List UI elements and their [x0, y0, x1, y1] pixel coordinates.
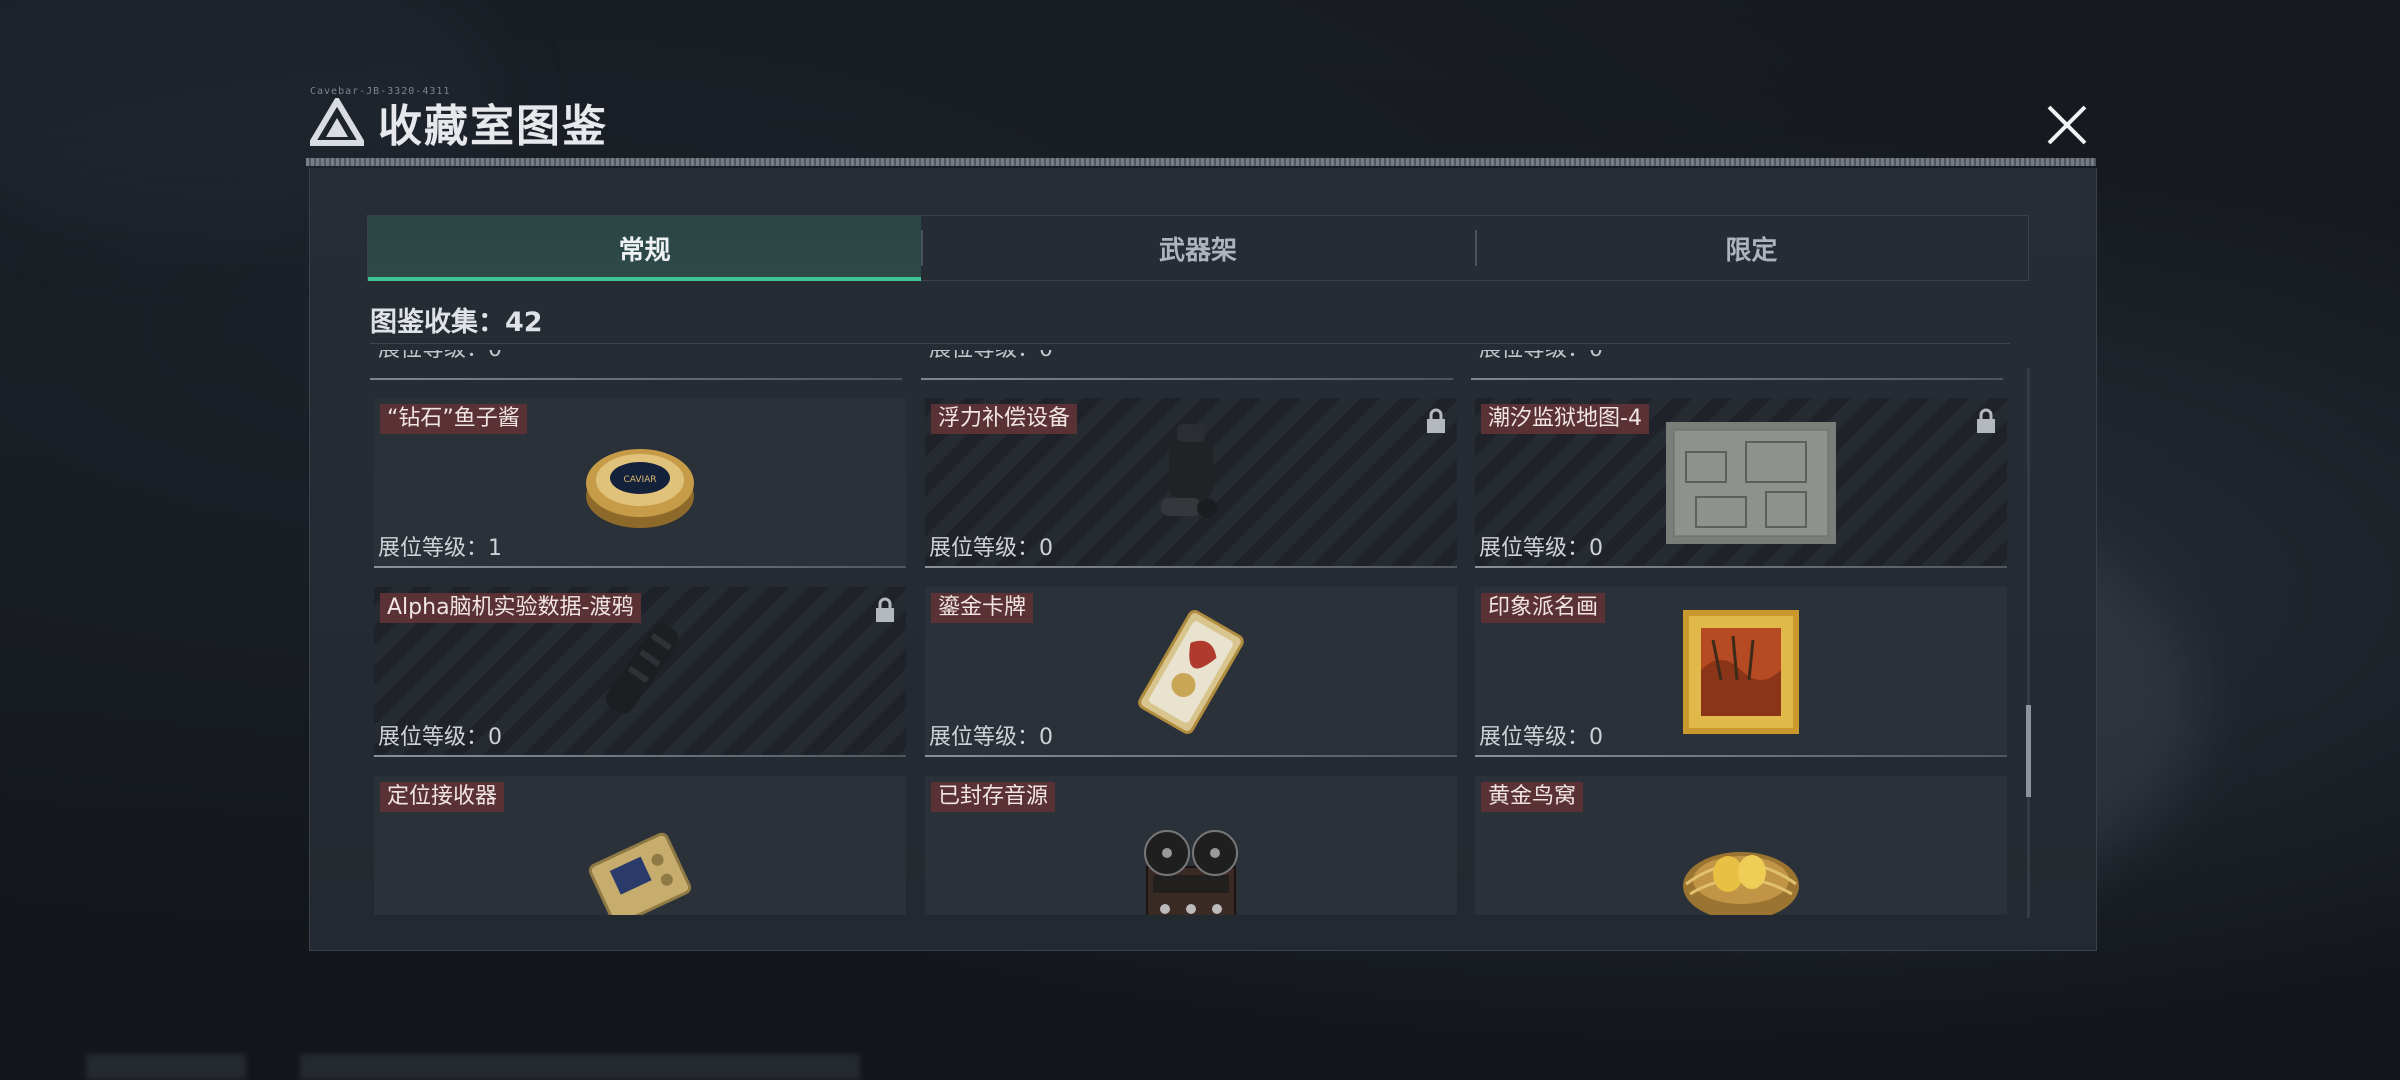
lock-icon	[1427, 408, 1445, 433]
item-level: 展位等级：0	[929, 725, 1053, 750]
collection-item-card[interactable]: 浮力补偿设备 展位等级：0	[925, 398, 1457, 568]
item-name: 定位接收器	[380, 782, 505, 812]
framed-painting-icon	[1683, 610, 1799, 734]
item-name: 黄金鸟窝	[1481, 782, 1584, 812]
item-level: 展位等级：0	[1479, 725, 1603, 750]
partial-level-label: 展位等级：0	[1471, 350, 2003, 380]
item-name: 鎏金卡牌	[931, 593, 1034, 623]
item-level: 展位等级：1	[378, 536, 502, 561]
collection-item-card[interactable]: 鎏金卡牌 展位等级：0	[925, 587, 1457, 757]
tab-limited[interactable]: 限定	[1474, 216, 2028, 280]
tab-bar: 常规 武器架 限定	[367, 215, 2029, 281]
partial-level-label: 展位等级：0	[921, 350, 1453, 380]
prison-map-icon	[1666, 422, 1836, 544]
collection-item-card[interactable]: Alpha脑机实验数据-渡鸦 展位等级：0	[374, 587, 906, 757]
scrollbar-track[interactable]	[2027, 368, 2030, 918]
item-name: 潮汐监狱地图-4	[1481, 404, 1649, 434]
scrollbar-thumb[interactable]	[2026, 705, 2031, 797]
lock-icon	[876, 597, 894, 622]
count-divider	[370, 343, 2010, 344]
partial-row: 展位等级：0 展位等级：0 展位等级：0	[370, 350, 2015, 380]
item-name: 已封存音源	[931, 782, 1056, 812]
caviar-tin-icon: CAVIAR	[586, 449, 694, 528]
lock-icon	[1977, 408, 1995, 433]
collection-item-card[interactable]: 印象派名画 展位等级：0	[1475, 587, 2007, 757]
item-name: 印象派名画	[1481, 593, 1606, 623]
partial-level-label: 展位等级：0	[370, 350, 902, 380]
item-name: 浮力补偿设备	[931, 404, 1078, 434]
tab-weapon-rack[interactable]: 武器架	[921, 216, 1474, 280]
close-icon	[2047, 105, 2087, 145]
collection-item-card[interactable]: 已封存音源	[925, 776, 1457, 915]
header-divider	[306, 158, 2096, 166]
item-level: 展位等级：0	[378, 725, 502, 750]
delta-logo-icon	[310, 98, 364, 146]
blurred-footer	[300, 1054, 860, 1080]
buoyancy-device-icon	[1161, 424, 1217, 518]
svg-text:CAVIAR: CAVIAR	[623, 475, 656, 485]
gps-receiver-icon	[588, 832, 692, 915]
gilded-card-icon	[1138, 610, 1244, 734]
collection-item-card[interactable]: “钻石”鱼子酱 CAVIAR 展位等级：1	[374, 398, 906, 568]
collection-item-card[interactable]: 定位接收器	[374, 776, 906, 915]
reel-recorder-icon	[1144, 830, 1238, 915]
item-level: 展位等级：0	[929, 536, 1053, 561]
collection-item-card[interactable]: 黄金鸟窝	[1475, 776, 2007, 915]
item-name: Alpha脑机实验数据-渡鸦	[380, 593, 641, 623]
item-grid: 展位等级：0 展位等级：0 展位等级：0 “钻石”鱼子酱 CAVIAR 展位等级…	[370, 350, 2015, 915]
data-device-icon	[606, 623, 679, 714]
item-name: “钻石”鱼子酱	[380, 404, 527, 434]
close-button[interactable]	[2040, 98, 2094, 152]
window-header: 收藏室图鉴	[310, 92, 608, 152]
tab-regular[interactable]: 常规	[368, 216, 922, 281]
collection-count: 图鉴收集：42	[370, 307, 543, 338]
blurred-footer	[86, 1054, 246, 1080]
golden-nest-icon	[1683, 852, 1799, 915]
collection-item-card[interactable]: 潮汐监狱地图-4 展位等级：0	[1475, 398, 2007, 568]
item-level: 展位等级：0	[1479, 536, 1603, 561]
window-title: 收藏室图鉴	[378, 101, 608, 152]
